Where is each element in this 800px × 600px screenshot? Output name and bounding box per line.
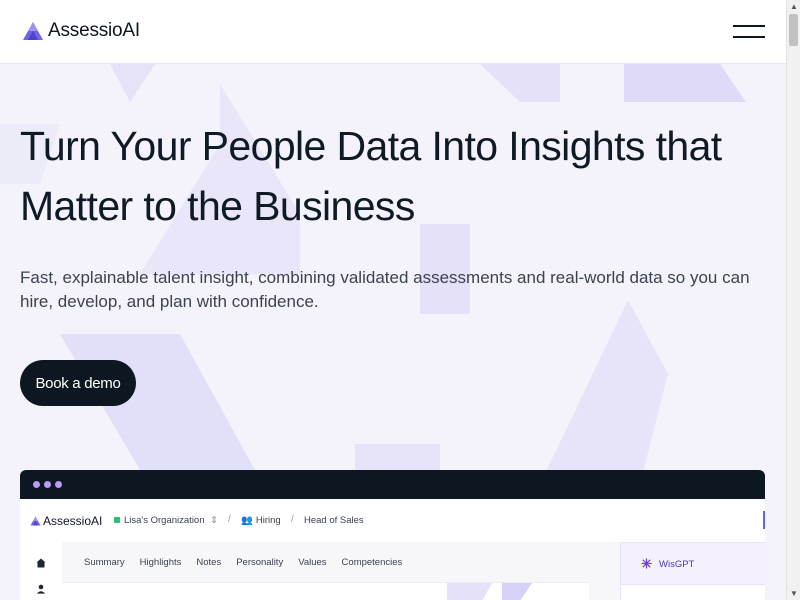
user-icon xyxy=(36,584,46,594)
page-scrollbar[interactable]: ▲ ▼ xyxy=(786,0,800,600)
window-dot-icon xyxy=(55,481,62,488)
organization-name: Lisa's Organization xyxy=(124,515,205,526)
hero-title-line-1: Turn Your People Data Into Insights that xyxy=(20,123,722,169)
brand-logo[interactable]: AssessioAI xyxy=(22,20,140,42)
breadcrumb-current-page: Head of Sales xyxy=(304,515,364,526)
product-screenshot: AssessioAI Lisa's Organization ⇕ / 👥 Hiri… xyxy=(20,470,765,600)
sparkle-icon xyxy=(641,558,652,569)
logo-triangle-icon xyxy=(23,22,43,40)
tab-highlights: Highlights xyxy=(139,556,182,568)
hero-title: Turn Your People Data Into Insights that… xyxy=(20,116,780,236)
hamburger-menu-icon-bar xyxy=(733,36,765,38)
mock-content-decoration xyxy=(447,583,532,600)
tab-values: Values xyxy=(298,556,327,568)
tab-summary: Summary xyxy=(84,556,125,568)
organization-color-icon xyxy=(114,517,120,523)
mock-app-header: AssessioAI Lisa's Organization ⇕ / 👥 Hiri… xyxy=(20,499,765,542)
mock-header-edge xyxy=(763,511,765,529)
hero-title-line-2: Matter to the Business xyxy=(20,183,415,229)
site-header: AssessioAI xyxy=(0,0,786,64)
mock-window-bar xyxy=(20,470,765,499)
hero-subtitle: Fast, explainable talent insight, combin… xyxy=(20,268,750,311)
breadcrumb-hiring-label: Hiring xyxy=(255,515,281,526)
mock-tabs: Summary Highlights Notes Personality Val… xyxy=(84,542,417,582)
mock-logo-text: AssessioAI xyxy=(43,514,103,528)
book-demo-button[interactable]: Book a demo xyxy=(20,360,136,406)
tab-competencies: Competencies xyxy=(341,556,403,568)
breadcrumb-separator: / xyxy=(228,514,231,525)
assistant-header: WisGPT xyxy=(621,543,765,585)
tab-personality: Personality xyxy=(236,556,284,568)
people-icon: 👥 xyxy=(241,515,253,526)
window-dot-icon xyxy=(33,481,40,488)
breadcrumb-hiring: 👥 Hiring xyxy=(241,515,281,526)
window-dot-icon xyxy=(44,481,51,488)
mock-logo-triangle-icon xyxy=(30,516,41,526)
mock-app: AssessioAI Lisa's Organization ⇕ / 👥 Hiri… xyxy=(20,499,765,600)
tab-notes: Notes xyxy=(196,556,222,568)
scroll-up-arrow-icon[interactable]: ▲ xyxy=(790,2,798,11)
logo-text: AssessioAI xyxy=(48,20,140,41)
home-icon xyxy=(36,558,46,568)
hamburger-menu-button[interactable] xyxy=(733,24,765,40)
mock-sidebar xyxy=(20,542,62,600)
assistant-label: WisGPT xyxy=(659,559,695,570)
scroll-down-arrow-icon[interactable]: ▼ xyxy=(790,589,798,598)
mock-logo: AssessioAI xyxy=(30,514,102,528)
organization-selector: Lisa's Organization ⇕ xyxy=(114,515,218,526)
assistant-panel: WisGPT xyxy=(620,542,765,600)
scrollbar-thumb[interactable] xyxy=(789,14,798,46)
mock-content-card xyxy=(62,582,589,600)
hamburger-menu-icon xyxy=(733,25,765,27)
chevron-up-down-icon: ⇕ xyxy=(210,515,219,526)
breadcrumb-separator: / xyxy=(291,514,294,525)
